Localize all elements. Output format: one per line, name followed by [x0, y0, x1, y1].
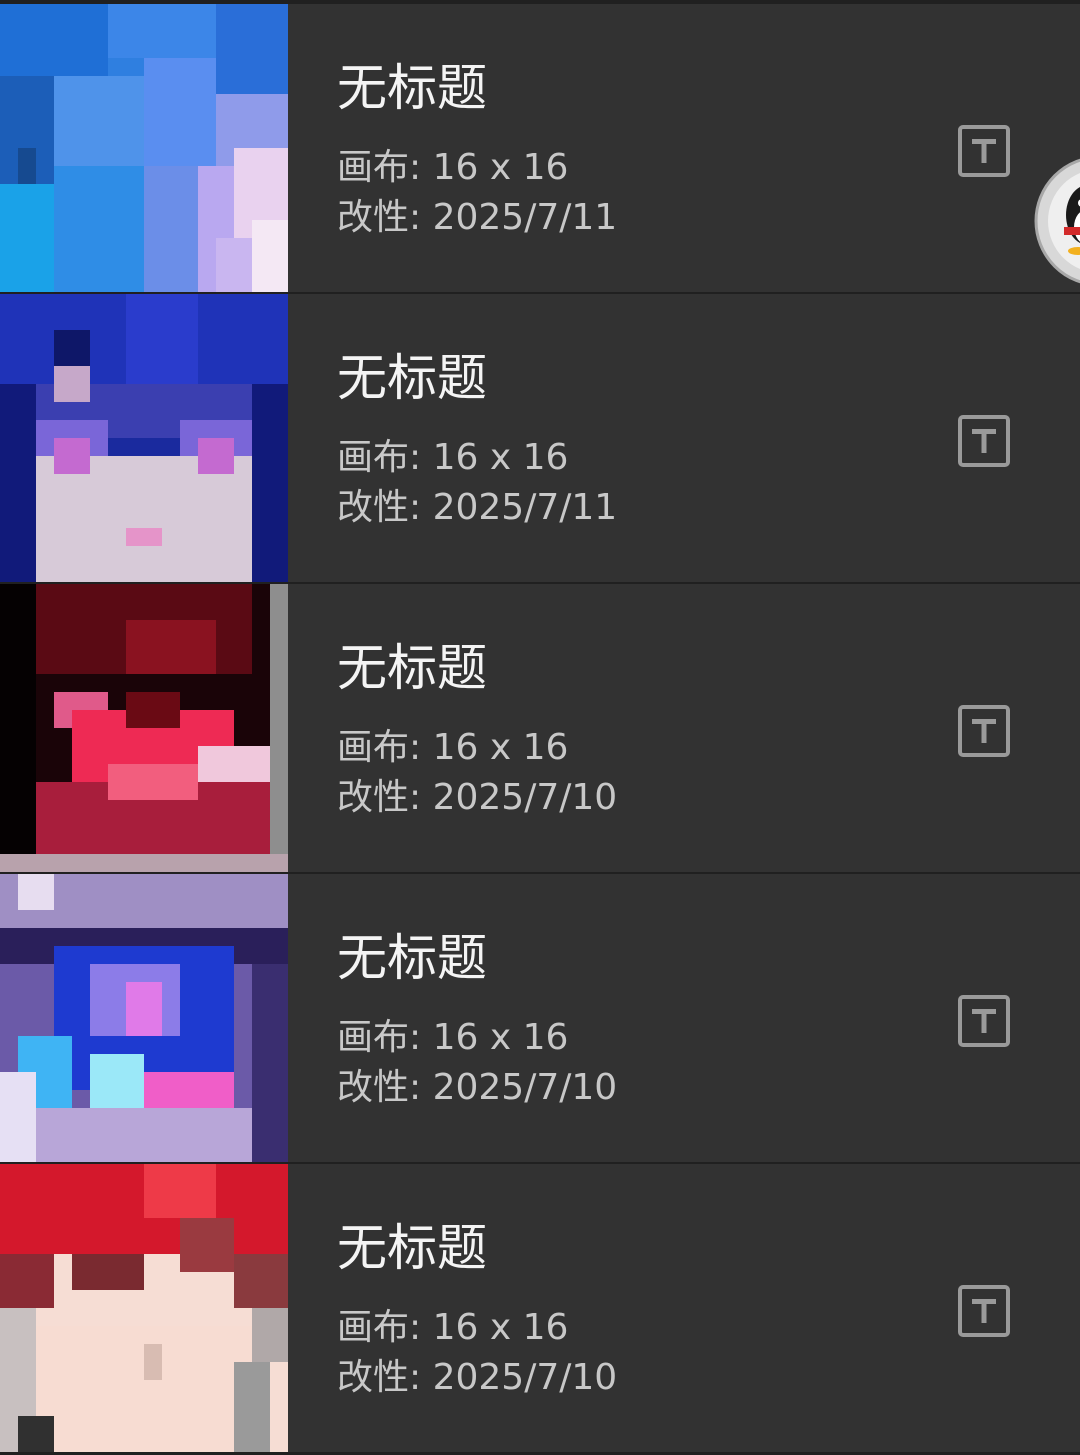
project-thumbnail [0, 874, 288, 1162]
rename-button[interactable] [957, 994, 1011, 1048]
project-item[interactable]: 无标题 画布: 16 x 16 改性: 2025/7/10 [0, 874, 1080, 1162]
rename-button[interactable] [957, 124, 1011, 178]
project-thumbnail [0, 4, 288, 292]
text-t-icon [958, 125, 1010, 177]
project-title: 无标题 [337, 639, 487, 697]
text-t-icon [958, 1285, 1010, 1337]
project-item[interactable]: 无标题 画布: 16 x 16 改性: 2025/7/11 [0, 4, 1080, 292]
project-item[interactable]: 无标题 画布: 16 x 16 改性: 2025/7/10 [0, 1164, 1080, 1452]
text-t-icon [958, 995, 1010, 1047]
project-item[interactable]: 无标题 画布: 16 x 16 改性: 2025/7/10 [0, 584, 1080, 872]
project-title: 无标题 [337, 929, 487, 987]
text-t-icon [958, 415, 1010, 467]
project-modified-date: 改性: 2025/7/10 [337, 1067, 618, 1108]
project-title: 无标题 [337, 59, 487, 117]
project-canvas-size: 画布: 16 x 16 [337, 147, 569, 188]
project-canvas-size: 画布: 16 x 16 [337, 437, 569, 478]
project-list: 无标题 画布: 16 x 16 改性: 2025/7/11 无标题 画布: 16… [0, 0, 1080, 1455]
project-title: 无标题 [337, 1219, 487, 1277]
text-t-icon [958, 705, 1010, 757]
project-thumbnail [0, 294, 288, 582]
project-modified-date: 改性: 2025/7/11 [337, 197, 618, 238]
rename-button[interactable] [957, 1284, 1011, 1338]
project-canvas-size: 画布: 16 x 16 [337, 1307, 569, 1348]
penguin-avatar-icon [1034, 158, 1080, 284]
project-modified-date: 改性: 2025/7/11 [337, 487, 618, 528]
project-thumbnail [0, 584, 288, 872]
project-modified-date: 改性: 2025/7/10 [337, 1357, 618, 1398]
project-item[interactable]: 无标题 画布: 16 x 16 改性: 2025/7/11 [0, 294, 1080, 582]
rename-button[interactable] [957, 414, 1011, 468]
project-canvas-size: 画布: 16 x 16 [337, 727, 569, 768]
project-title: 无标题 [337, 349, 487, 407]
rename-button[interactable] [957, 704, 1011, 758]
project-thumbnail [0, 1164, 288, 1452]
floating-assistant-button[interactable] [1034, 155, 1080, 287]
project-canvas-size: 画布: 16 x 16 [337, 1017, 569, 1058]
project-modified-date: 改性: 2025/7/10 [337, 777, 618, 818]
